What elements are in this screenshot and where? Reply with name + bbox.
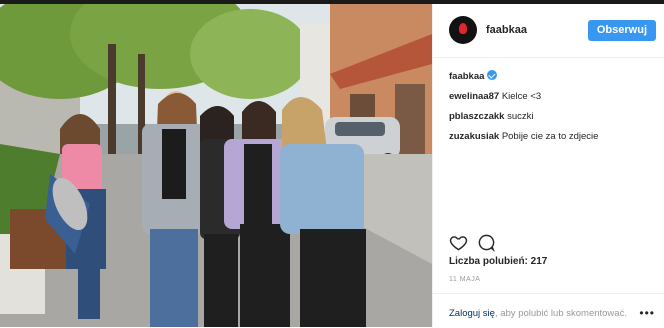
instagram-post-window: faabkaa Obserwuj faabkaa ewelinaa87 Kiel… [0, 0, 664, 327]
comment-username[interactable]: faabkaa [449, 71, 484, 82]
comment-text: suczki [507, 111, 534, 122]
comment-text: Pobije cie za to zdjecie [501, 131, 599, 142]
author-username[interactable]: faabkaa [486, 24, 527, 36]
post-header: faabkaa Obserwuj [433, 4, 664, 58]
login-prompt: Zaloguj się, aby polubić lub skomentować… [449, 308, 627, 319]
comment-username[interactable]: zuzakusiak [449, 131, 499, 142]
post-footer: Zaloguj się, aby polubić lub skomentować… [433, 293, 664, 328]
ellipsis-icon[interactable]: ••• [639, 306, 655, 320]
avatar-image [459, 23, 467, 34]
comment-icon[interactable] [477, 233, 496, 252]
likes-count[interactable]: Liczba polubień: 217 [449, 256, 547, 267]
comment-item: pblaszczakk suczki [449, 111, 654, 123]
comment-username[interactable]: pblaszczakk [449, 111, 504, 122]
login-link[interactable]: Zaloguj się [449, 308, 495, 319]
post-photo[interactable] [0, 4, 432, 327]
avatar[interactable] [449, 16, 477, 44]
comment-username[interactable]: ewelinaa87 [449, 91, 499, 102]
post-date[interactable]: 11 MAJA [449, 276, 480, 283]
comments-list: faabkaa ewelinaa87 Kielce <3 pblaszczakk… [449, 70, 654, 151]
post-sidebar: faabkaa Obserwuj faabkaa ewelinaa87 Kiel… [432, 4, 664, 327]
comment-item: zuzakusiak Pobije cie za to zdjecie [449, 131, 654, 143]
comment-text: Kielce <3 [501, 91, 542, 102]
heart-icon[interactable] [449, 233, 468, 252]
login-prompt-text: , aby polubić lub skomentować. [494, 308, 627, 319]
blue-heart-icon [487, 70, 498, 80]
photo-image [0, 4, 432, 327]
comment-item: faabkaa [449, 70, 654, 83]
comment-item: ewelinaa87 Kielce <3 [449, 91, 654, 103]
follow-button[interactable]: Obserwuj [587, 20, 656, 41]
